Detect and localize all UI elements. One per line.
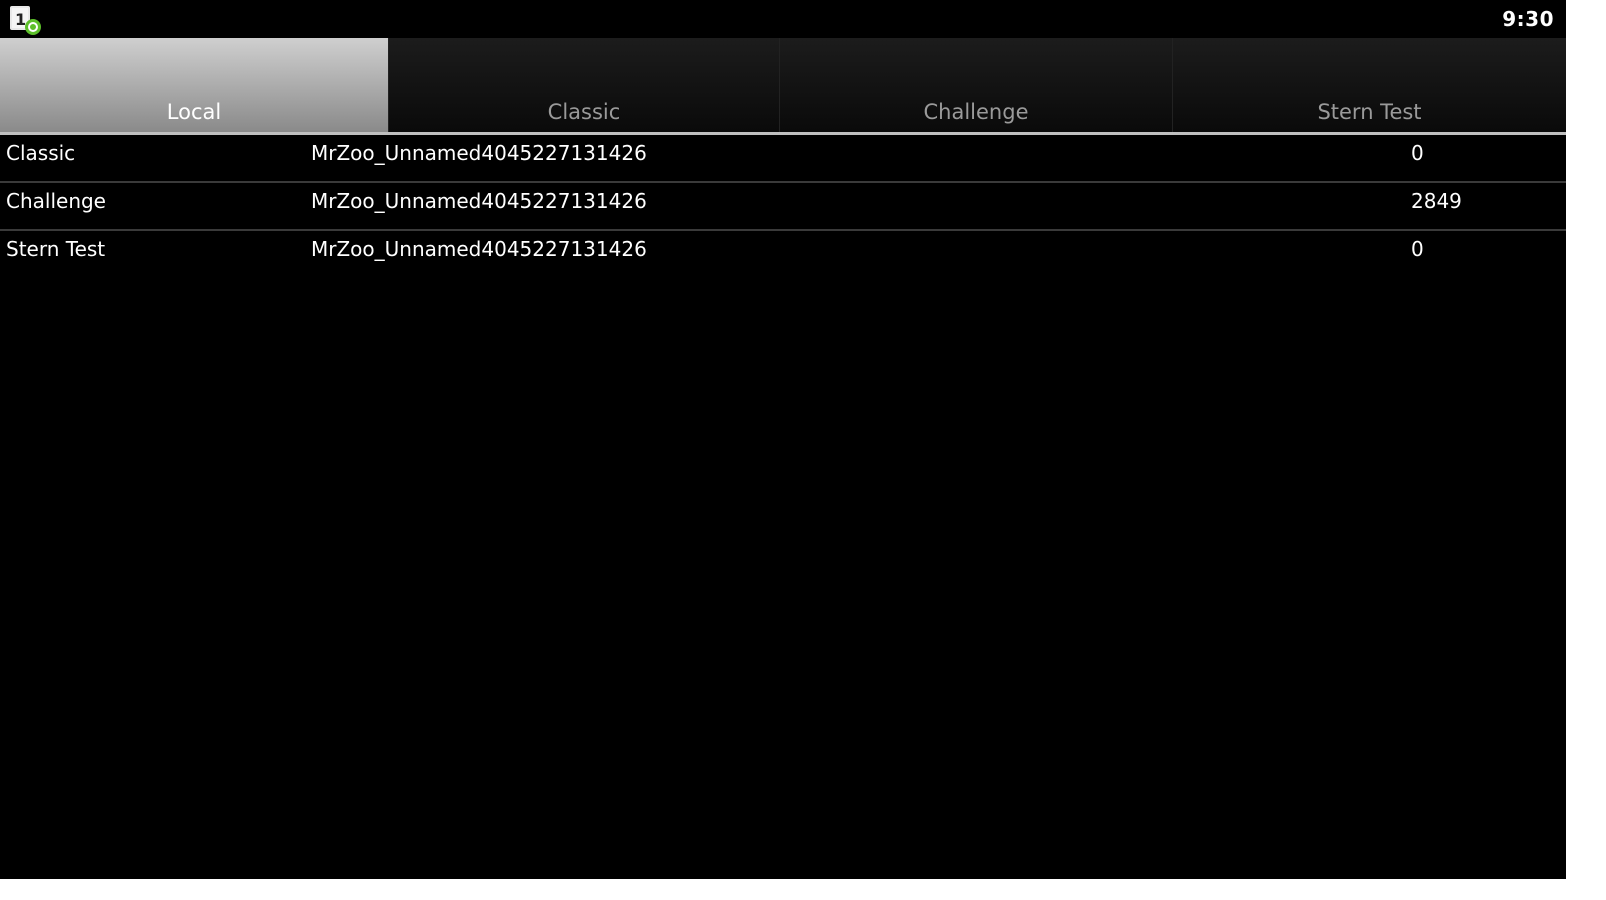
- row-score: 2849: [1411, 189, 1462, 213]
- tab-classic[interactable]: Classic: [389, 38, 780, 132]
- score-row-stern-test[interactable]: Stern Test MrZoo_Unnamed4045227131426 0: [0, 231, 1566, 277]
- score-row-classic[interactable]: Classic MrZoo_Unnamed4045227131426 0: [0, 135, 1566, 183]
- tab-label: Challenge: [923, 100, 1029, 124]
- tab-label: Classic: [547, 100, 621, 124]
- row-mode: Classic: [6, 141, 76, 165]
- row-score: 0: [1411, 141, 1424, 165]
- row-mode: Challenge: [6, 189, 106, 213]
- row-player: MrZoo_Unnamed4045227131426: [311, 189, 647, 213]
- bottom-edge: [0, 879, 1566, 900]
- tab-local[interactable]: Local: [0, 38, 389, 132]
- row-player: MrZoo_Unnamed4045227131426: [311, 237, 647, 261]
- status-bar: 1 9:30: [0, 0, 1566, 38]
- app-screen: 1 9:30 Local Classic Challenge Stern Tes…: [0, 0, 1566, 879]
- row-score: 0: [1411, 237, 1424, 261]
- svg-text:1: 1: [15, 10, 26, 29]
- score-list: Classic MrZoo_Unnamed4045227131426 0 Cha…: [0, 135, 1566, 277]
- tab-label: Stern Test: [1317, 100, 1422, 124]
- status-clock: 9:30: [1502, 7, 1554, 31]
- tab-stern-test[interactable]: Stern Test: [1173, 38, 1566, 132]
- tab-label: Local: [166, 100, 222, 124]
- score-row-challenge[interactable]: Challenge MrZoo_Unnamed4045227131426 284…: [0, 183, 1566, 231]
- row-player: MrZoo_Unnamed4045227131426: [311, 141, 647, 165]
- row-mode: Stern Test: [6, 237, 106, 261]
- right-edge: [1566, 0, 1606, 900]
- notification-icon[interactable]: 1: [8, 4, 44, 36]
- tab-challenge[interactable]: Challenge: [780, 38, 1173, 132]
- tab-bar: Local Classic Challenge Stern Test: [0, 38, 1566, 132]
